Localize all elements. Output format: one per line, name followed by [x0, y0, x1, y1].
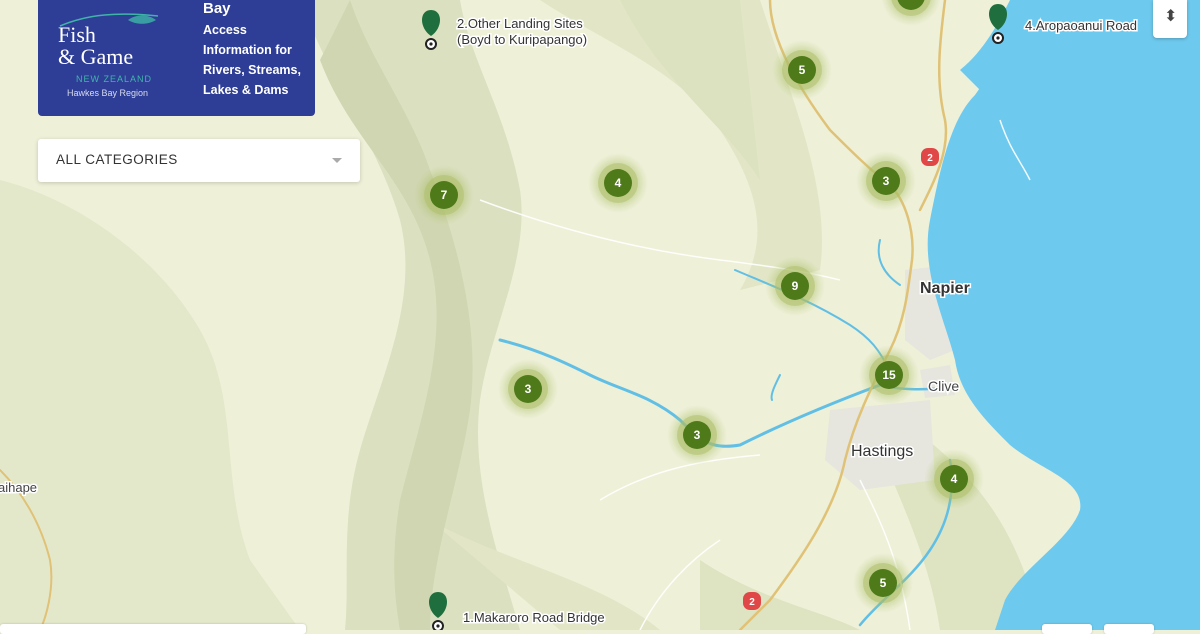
cluster-marker[interactable]: 9 [765, 256, 825, 316]
cluster-count: 5 [880, 576, 887, 590]
brand-country: NEW ZEALAND [76, 74, 153, 84]
cluster-count: 9 [792, 279, 799, 293]
brand-subtitle: Access Information for Rivers, Streams, … [203, 23, 301, 97]
pin-center-dot [436, 624, 440, 628]
place-label-taihape: aihape [0, 480, 37, 495]
cluster-count: 7 [441, 188, 448, 202]
marker-label: 1.Makaroro Road Bridge [463, 610, 605, 625]
cluster-count: 3 [694, 428, 701, 442]
cluster-count: 5 [799, 63, 806, 77]
cluster-marker[interactable]: 3 [498, 359, 558, 419]
compass-arrows-icon: ⬍ [1164, 8, 1178, 25]
compass-button[interactable]: ⬍ [1153, 0, 1187, 38]
road-shield-label: 2 [927, 153, 933, 164]
marker-label: 4.Aropaoanui Road [1025, 18, 1137, 33]
fish-and-game-logo: Fish & Game NEW ZEALAND Hawkes Bay Regio… [58, 10, 178, 100]
chevron-down-icon [332, 158, 342, 163]
cluster-count: 15 [882, 368, 896, 382]
road-shield: 2 [743, 592, 761, 610]
brand-card[interactable]: Fish & Game NEW ZEALAND Hawkes Bay Regio… [38, 0, 315, 116]
cluster-marker[interactable]: 3 [667, 405, 727, 465]
pin-center-dot [429, 42, 433, 46]
cluster-count: 4 [615, 176, 622, 190]
marker-sublabel: (Boyd to Kuripapango) [457, 32, 587, 47]
place-label-napier: Napier [920, 280, 970, 297]
cluster-count: 3 [525, 382, 532, 396]
cluster-marker[interactable]: 4 [588, 153, 648, 213]
cluster-marker[interactable]: 15 [859, 345, 919, 405]
brand-game-text: & Game [58, 44, 134, 69]
brand-heading: Bay [203, 0, 231, 17]
cluster-marker[interactable]: 5 [772, 40, 832, 100]
pin-center-dot [996, 36, 1000, 40]
marker-label: 2.Other Landing Sites [457, 16, 583, 31]
bottom-left-control[interactable] [0, 624, 306, 634]
cluster-marker[interactable]: 4 [924, 449, 984, 509]
road-shield-label: 2 [749, 597, 755, 608]
brand-region: Hawkes Bay Region [67, 88, 149, 98]
cluster-count: 3 [883, 174, 890, 188]
bottom-right-control-1[interactable] [1042, 624, 1092, 634]
category-select-value: ALL CATEGORIES [56, 152, 178, 167]
place-label-clive: Clive [928, 378, 959, 394]
bottom-right-control-2[interactable] [1104, 624, 1154, 634]
brand-fish-text: Fish [58, 22, 96, 47]
road-shield: 2 [921, 148, 939, 166]
cluster-count: 4 [951, 472, 958, 486]
cluster-marker[interactable]: 3 [856, 151, 916, 211]
place-label-hastings: Hastings [851, 443, 913, 460]
cluster-marker[interactable]: 5 [853, 553, 913, 613]
cluster-marker[interactable]: 7 [414, 165, 474, 225]
category-select[interactable]: ALL CATEGORIES [38, 139, 360, 182]
